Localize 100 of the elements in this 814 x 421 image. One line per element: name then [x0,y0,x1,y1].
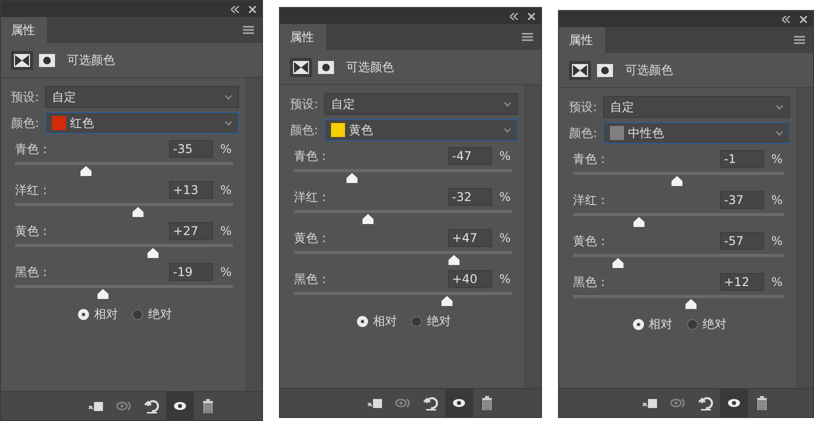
collapse-icon[interactable] [782,16,790,22]
eye-icon[interactable] [727,396,741,410]
chevron-icon [504,128,511,132]
adjustment-button[interactable] [569,60,591,80]
value-field[interactable]: -57 [720,232,764,250]
radio-option[interactable]: 绝对 [411,313,451,330]
adjustment-button[interactable] [290,58,312,76]
value-field[interactable]: -32 [448,188,492,206]
slider-label: 黑色 : [572,274,606,290]
preset-dropdown[interactable]: 自定 [603,96,790,118]
scrollbar[interactable] [245,78,262,391]
unit-label: % [770,234,784,248]
panel-title: 可选颜色 [67,52,115,68]
adjustment-icon [14,54,30,66]
radio-icon[interactable] [686,319,698,330]
value-field[interactable]: +13 [169,181,213,199]
slider-label: 青色 : [14,140,48,158]
value-field[interactable]: +27 [169,222,213,240]
value-field[interactable]: +40 [448,270,492,288]
panel-tab[interactable]: 属性 [280,24,326,50]
adjustment-button[interactable] [11,50,33,70]
reset-icon[interactable] [422,396,438,410]
scrollbar[interactable] [524,85,541,388]
chevron-icon [504,102,511,106]
scrollbar[interactable] [796,88,813,388]
toolbar-button[interactable] [720,389,748,417]
radio-option[interactable]: 相对 [357,313,397,330]
slider-label: 黄色 : [293,230,327,246]
close-icon[interactable] [800,16,807,22]
radio-option[interactable]: 绝对 [686,316,726,333]
value-field[interactable]: -1 [720,150,764,168]
unit-label: % [770,193,784,207]
panel-tab[interactable]: 属性 [559,27,605,53]
color-dropdown[interactable]: 中性色 [603,122,790,144]
preset-dropdown[interactable]: 自定 [45,86,239,108]
panel-title: 可选颜色 [346,58,394,76]
chevron-icon [225,120,232,126]
slider-label: 青色 : [572,150,606,168]
reset-icon[interactable] [698,396,714,410]
field-label: 颜色: [569,124,598,142]
value-field[interactable]: -35 [169,140,213,158]
unit-label: % [219,183,233,197]
field-label: 颜色: [290,122,320,138]
slider-label: 洋红 : [14,182,48,198]
trash-icon[interactable] [756,396,768,410]
toolbar-button[interactable] [166,392,194,420]
slider-label: 洋红 : [572,192,606,208]
slider-label: 黑色 : [14,264,48,280]
radio-icon[interactable] [132,309,143,320]
menu-icon[interactable] [243,26,254,34]
radio-option[interactable]: 相对 [632,316,672,333]
radio-option[interactable]: 相对 [78,306,118,323]
value-field[interactable]: -19 [169,263,213,281]
unit-label: % [498,190,512,204]
radio-option[interactable]: 绝对 [132,306,172,323]
eye-icon[interactable] [172,399,186,413]
color-dropdown[interactable]: 黄色 [324,119,518,141]
clip-to-layer-icon[interactable] [88,399,104,413]
menu-icon[interactable] [794,36,805,44]
clip-to-layer-icon[interactable] [642,396,658,410]
unit-label: % [219,142,233,156]
value-field[interactable]: -37 [720,191,764,209]
mask-icon[interactable] [597,64,613,76]
radio-icon[interactable] [411,316,422,327]
collapse-icon[interactable] [231,6,239,12]
close-icon[interactable] [249,6,256,12]
field-label: 预设: [569,98,598,116]
slider-label: 黑色 : [293,270,327,288]
panel-tab[interactable]: 属性 [1,17,47,43]
toolbar-button[interactable] [444,389,472,417]
field-label: 预设: [290,96,320,112]
mask-icon[interactable] [39,54,55,66]
color-dropdown[interactable]: 红色 [45,112,239,134]
chevron-icon [776,104,783,110]
unit-label: % [498,272,512,286]
slider-label: 黄色 : [572,232,606,250]
unit-label: % [219,265,233,279]
slider-label: 洋红 : [293,188,327,206]
chevron-icon [776,130,783,136]
field-label: 预设: [11,88,40,106]
value-field[interactable]: -47 [448,147,492,165]
chevron-icon [225,94,232,100]
panel-title: 可选颜色 [625,62,673,78]
field-label: 颜色: [11,114,40,132]
close-icon[interactable] [528,12,535,20]
mask-icon[interactable] [318,60,334,74]
eye-icon[interactable] [452,396,466,410]
reset-icon[interactable] [144,398,160,414]
value-field[interactable]: +47 [448,229,492,247]
trash-icon[interactable] [480,396,492,410]
adjustment-icon [572,64,588,76]
slider-label: 青色 : [293,148,327,164]
unit-label: % [219,224,233,238]
value-field[interactable]: +12 [720,273,764,291]
clip-to-layer-icon[interactable] [366,396,382,410]
preset-dropdown[interactable]: 自定 [324,93,518,115]
collapse-icon[interactable] [510,12,518,20]
adjustment-icon [293,60,309,74]
trash-icon[interactable] [202,399,214,413]
menu-icon[interactable] [522,33,533,41]
